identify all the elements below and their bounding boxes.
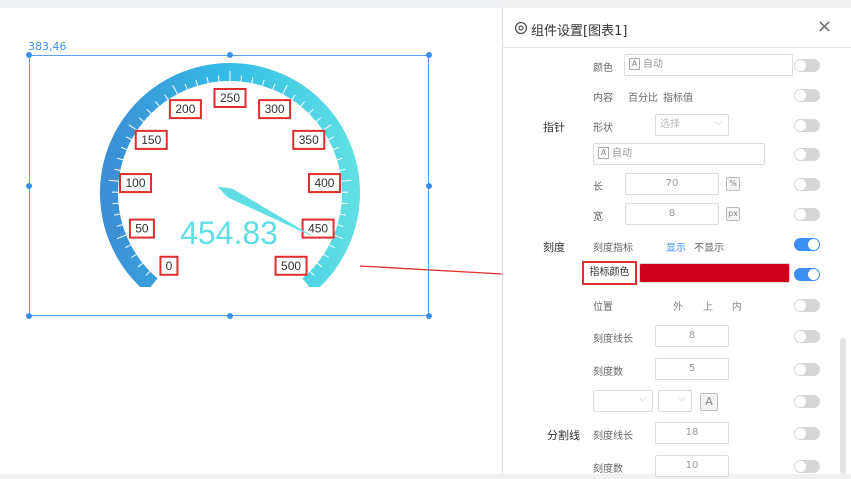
gauge-value: 454.83 (180, 215, 278, 251)
percent-unit-icon[interactable]: % (726, 177, 740, 191)
chevron-down-icon: ⌵ (715, 118, 722, 128)
toggle-scale-indicator[interactable] (794, 238, 820, 251)
tick-label: 300 (265, 102, 285, 116)
toggle-font[interactable] (794, 395, 820, 408)
row-divider-length: 分割线 刻度线长 18 (503, 422, 843, 446)
toggle-width[interactable] (794, 208, 820, 221)
scale-section-label: 刻度 (543, 239, 565, 255)
gauge-tick (342, 203, 348, 204)
gauge-chart[interactable]: 0 50 100 150 200 250 300 350 400 450 500 454.83 (29, 47, 429, 287)
close-icon[interactable]: × (817, 18, 832, 36)
row-pointer-shape: 指针 形状 选择⌵ (503, 114, 843, 138)
row-tick-length: 刻度线长 8 (503, 325, 843, 349)
toggle-length[interactable] (794, 178, 820, 191)
position-top[interactable]: 上 (703, 298, 713, 313)
row-content: 内容 百分比 指标值 (503, 84, 843, 108)
resize-handle-bm[interactable] (227, 313, 233, 319)
tick-label: 50 (135, 222, 149, 236)
row-position: 位置 外 上 内 (503, 295, 843, 319)
content-label: 内容 (593, 89, 613, 104)
panel-scrollbar[interactable] (840, 338, 846, 474)
pointer-color-select[interactable]: A自动 (593, 143, 765, 165)
gauge-tick (241, 76, 242, 82)
chevron-down-icon: ⌵ (678, 394, 685, 404)
tick-count-input[interactable]: 5 (655, 358, 729, 380)
width-input[interactable]: 8 (625, 203, 719, 225)
position-label: 位置 (593, 298, 613, 313)
px-unit-icon[interactable]: px (726, 207, 740, 221)
tick-label: 450 (308, 222, 328, 236)
gauge-tick (218, 76, 219, 82)
toggle-divider-length[interactable] (794, 427, 820, 440)
shape-label: 形状 (593, 119, 613, 134)
indicator-color-swatch[interactable] (639, 263, 790, 283)
row-width: 宽 8 px (503, 203, 843, 227)
panel-header: 组件设置[图表1] × (503, 8, 851, 48)
toggle-color[interactable] (794, 59, 820, 72)
gauge-tick (112, 203, 118, 204)
row-pointer-color: A自动 (503, 143, 843, 167)
row-color: 颜色 A自动 (503, 54, 843, 78)
chevron-down-icon: ⌵ (639, 394, 646, 404)
color-label: 颜色 (593, 59, 613, 74)
position-inner[interactable]: 内 (732, 298, 742, 313)
content-value-option[interactable]: 指标值 (663, 89, 693, 104)
tick-length-label: 刻度线长 (593, 330, 633, 345)
font-size-select[interactable]: ⌵ (658, 390, 692, 412)
row-indicator-color: 指标颜色 (503, 261, 843, 289)
length-label: 长 (593, 178, 603, 193)
tick-label: 100 (126, 176, 146, 190)
row-length: 长 70 % (503, 173, 843, 197)
toggle-tick-length[interactable] (794, 330, 820, 343)
toggle-tick-count[interactable] (794, 363, 820, 376)
toggle-indicator-color[interactable] (794, 268, 820, 281)
hide-option[interactable]: 不显示 (694, 239, 724, 254)
tick-length-input[interactable]: 8 (655, 325, 729, 347)
resize-handle-bl[interactable] (26, 313, 32, 319)
divider-section-label: 分割线 (547, 427, 580, 443)
shape-select[interactable]: 选择⌵ (655, 114, 729, 136)
settings-panel: 组件设置[图表1] × 颜色 A自动 内容 百分比 指标值 指针 形状 选择⌵ … (502, 8, 851, 474)
tick-count-label: 刻度数 (593, 363, 623, 378)
font-family-select[interactable]: ⌵ (593, 390, 653, 412)
toggle-divider-count[interactable] (794, 460, 820, 473)
row-tick-count: 刻度数 5 (503, 358, 843, 382)
font-color-a-icon[interactable]: A (700, 393, 718, 411)
divider-tick-count-label: 刻度数 (593, 460, 623, 475)
resize-handle-br[interactable] (426, 313, 432, 319)
row-divider-count: 刻度数 10 (503, 455, 843, 479)
divider-tick-length-input[interactable]: 18 (655, 422, 729, 444)
toggle-pointer-color[interactable] (794, 148, 820, 161)
panel-title: 组件设置[图表1] (531, 20, 627, 39)
row-font-select: ⌵ ⌵ A (503, 390, 843, 414)
position-outer[interactable]: 外 (673, 298, 683, 313)
pointer-section-label: 指针 (543, 119, 565, 135)
toggle-shape[interactable] (794, 119, 820, 132)
toggle-position[interactable] (794, 299, 820, 312)
canvas-top-strip (0, 0, 502, 8)
tick-label: 250 (220, 91, 240, 105)
gear-icon (513, 20, 529, 36)
scale-indicator-label: 刻度指标 (593, 239, 633, 254)
tick-label: 500 (281, 259, 301, 273)
row-scale-indicator: 刻度 刻度指标 显示 不显示 (503, 236, 843, 260)
indicator-color-label: 指标颜色 (582, 261, 637, 285)
divider-tick-length-label: 刻度线长 (593, 427, 633, 442)
width-label: 宽 (593, 208, 603, 223)
tick-label: 0 (166, 259, 173, 273)
toggle-content[interactable] (794, 89, 820, 102)
show-option[interactable]: 显示 (666, 239, 686, 254)
tick-label: 200 (175, 102, 195, 116)
tick-label: 400 (314, 176, 334, 190)
length-input[interactable]: 70 (625, 173, 719, 195)
font-a-icon: A (629, 58, 640, 70)
tick-label: 150 (141, 133, 161, 147)
tick-label: 350 (299, 133, 319, 147)
font-a-icon: A (598, 147, 609, 159)
content-percent-option[interactable]: 百分比 (628, 89, 658, 104)
color-select[interactable]: A自动 (624, 54, 793, 76)
